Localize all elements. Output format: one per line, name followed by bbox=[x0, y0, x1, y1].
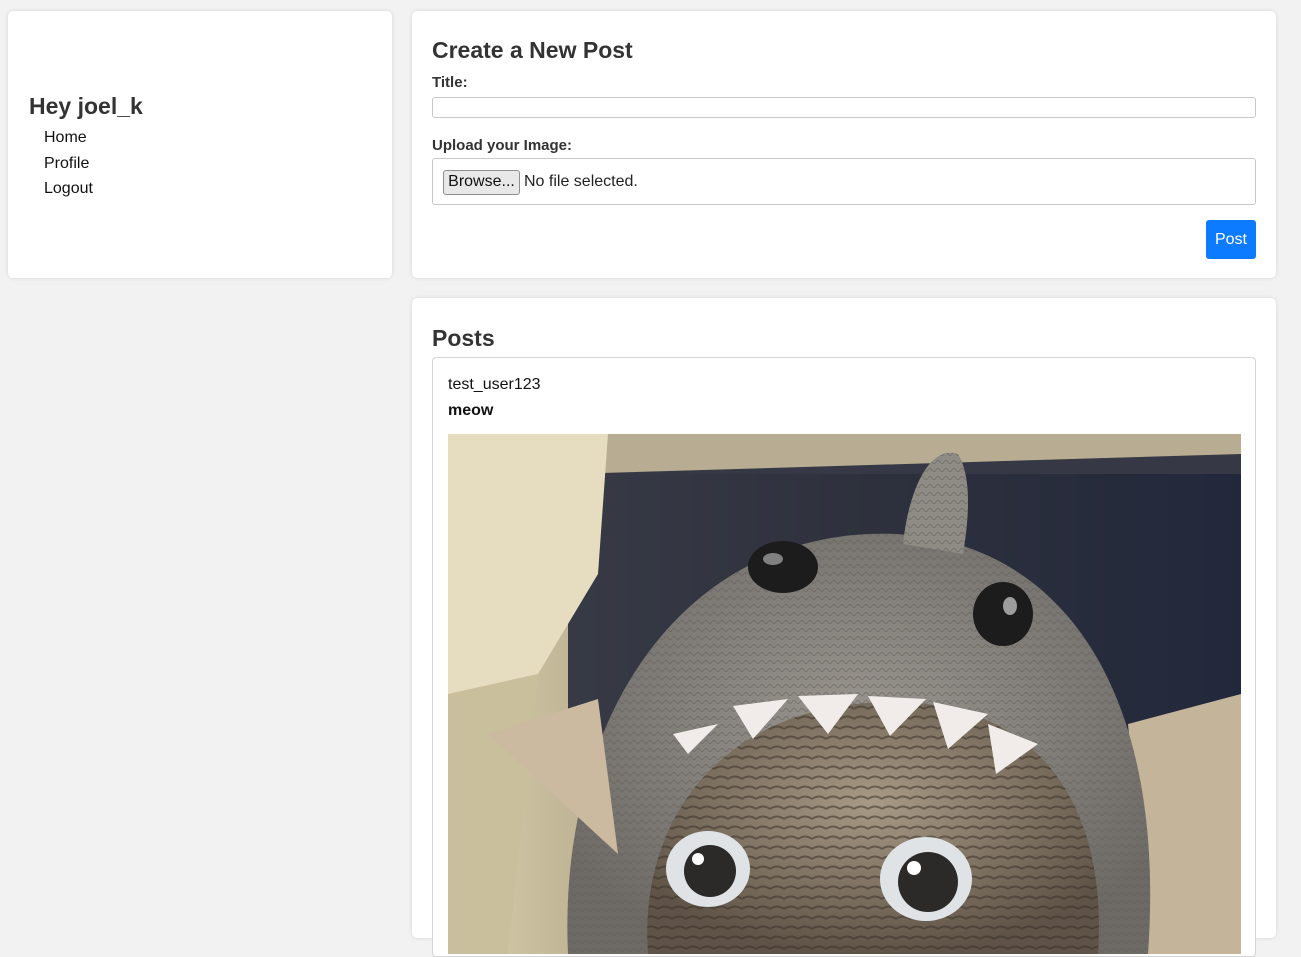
post-image bbox=[448, 434, 1241, 954]
create-post-heading: Create a New Post bbox=[432, 37, 633, 63]
post-card: test_user123 meow bbox=[432, 357, 1256, 957]
nav-logout-link[interactable]: Logout bbox=[44, 179, 93, 205]
title-input[interactable] bbox=[432, 97, 1256, 118]
file-status-text: No file selected. bbox=[524, 173, 638, 190]
nav-home-link[interactable]: Home bbox=[44, 128, 93, 154]
posts-heading: Posts bbox=[432, 325, 495, 351]
browse-button[interactable]: Browse... bbox=[443, 170, 520, 195]
greeting-heading: Hey joel_k bbox=[29, 93, 143, 119]
file-upload-field[interactable]: Browse... No file selected. bbox=[432, 158, 1256, 205]
sidebar-panel: Hey joel_k Home Profile Logout bbox=[8, 11, 392, 278]
upload-image-label: Upload your Image: bbox=[432, 137, 573, 154]
create-post-panel: Create a New Post Title: Upload your Ima… bbox=[412, 11, 1276, 278]
post-submit-button[interactable]: Post bbox=[1206, 220, 1256, 259]
nav-profile-link[interactable]: Profile bbox=[44, 154, 93, 180]
title-label: Title: bbox=[432, 74, 468, 91]
posts-panel: Posts test_user123 meow bbox=[412, 298, 1276, 957]
post-username: test_user123 bbox=[448, 376, 541, 393]
post-title: meow bbox=[448, 402, 494, 419]
sidebar-nav: Home Profile Logout bbox=[44, 128, 93, 205]
